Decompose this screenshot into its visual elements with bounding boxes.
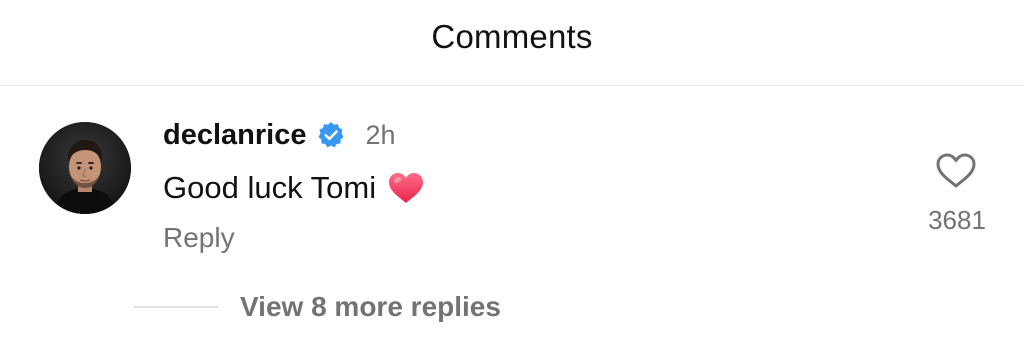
- verified-badge-icon: [317, 121, 345, 149]
- view-replies-label: View 8 more replies: [240, 291, 501, 322]
- comment-body: Good luck Tomi: [163, 166, 425, 210]
- replies-divider: [134, 306, 218, 308]
- heart-emoji-icon: [387, 171, 425, 205]
- comment-text: Good luck Tomi: [163, 170, 377, 205]
- like-count: 3681: [928, 205, 986, 235]
- comment-meta: declanrice 2h: [163, 115, 396, 155]
- comment-item: declanrice 2h Good luck Tomi Reply 3681 …: [0, 86, 1024, 354]
- view-replies-button[interactable]: View 8 more replies: [134, 287, 501, 327]
- username[interactable]: declanrice: [163, 117, 306, 153]
- avatar[interactable]: [39, 122, 131, 214]
- heart-outline-icon[interactable]: [935, 152, 977, 190]
- reply-button[interactable]: Reply: [163, 220, 235, 256]
- page-title: Comments: [431, 18, 593, 55]
- comments-header: Comments: [0, 0, 1024, 86]
- like-group: 3681: [915, 148, 999, 238]
- timestamp: 2h: [365, 120, 396, 150]
